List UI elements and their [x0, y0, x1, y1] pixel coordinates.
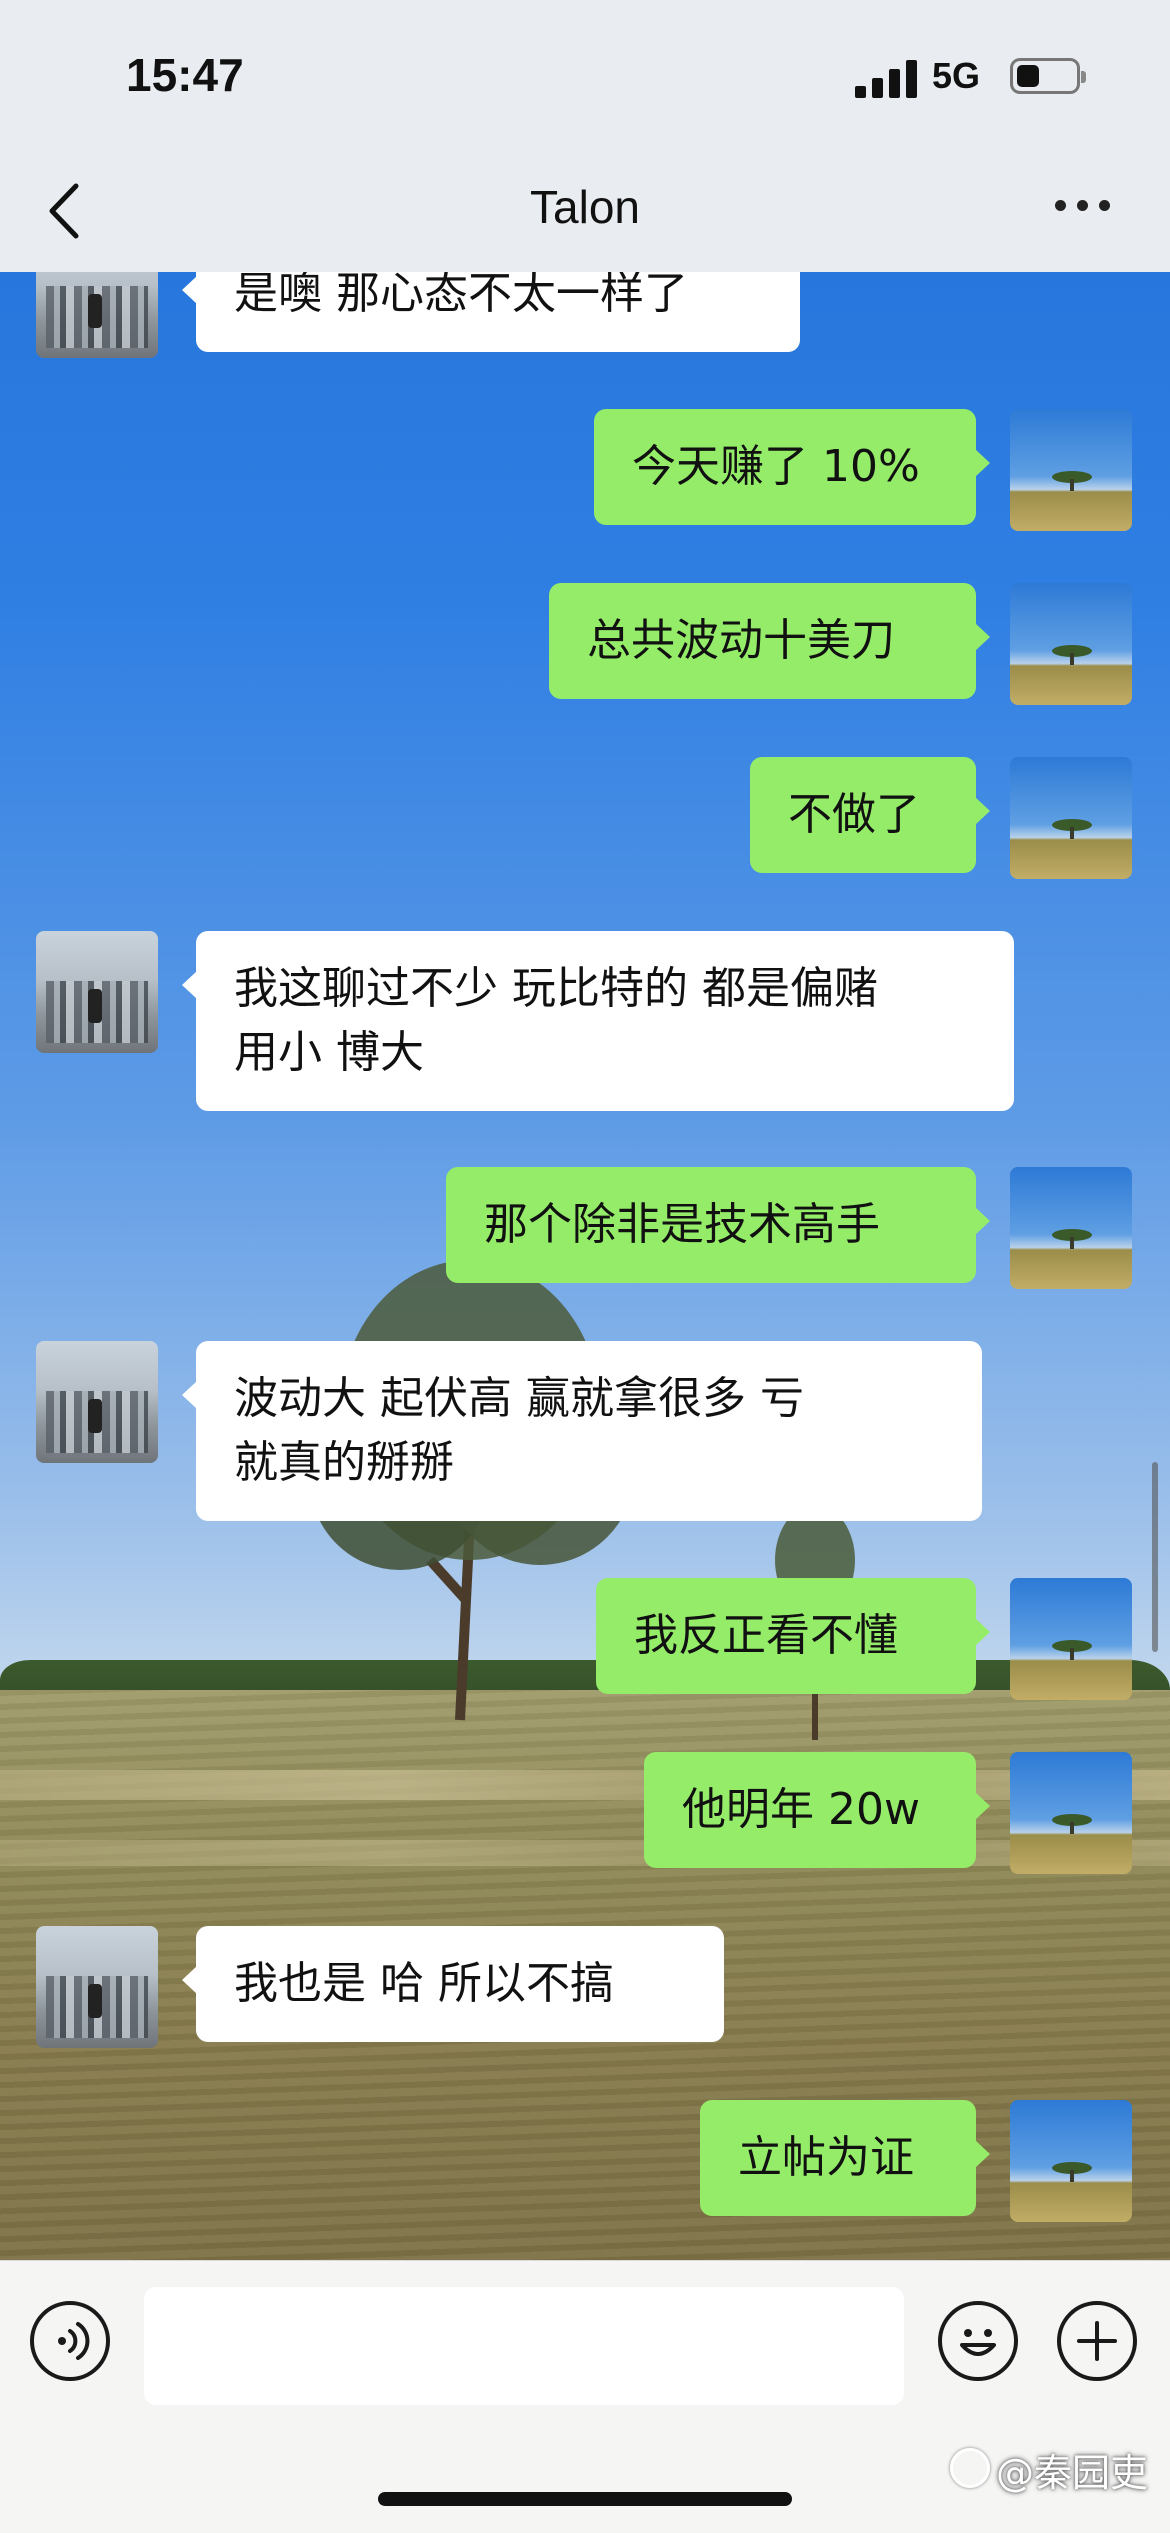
watermark: @秦园吏 [996, 2451, 1149, 2495]
outgoing-message-bubble[interactable]: 那个除非是技术高手 [446, 1167, 990, 1283]
ellipsis-icon[interactable] [1055, 200, 1115, 220]
message-list[interactable]: 是噢 那心态不太一样了 今天赚了 10% 总共波动十美刀 不做了 我这聊过不少 … [0, 272, 1170, 2260]
zhihu-logo-icon [950, 2448, 990, 2488]
outgoing-message-bubble[interactable]: 立帖为证 [700, 2100, 990, 2216]
status-time: 15:47 [126, 49, 244, 101]
chat-title: Talon [530, 181, 640, 233]
outgoing-message-bubble[interactable]: 今天赚了 10% [594, 409, 990, 525]
battery-icon [1010, 58, 1086, 94]
self-avatar[interactable] [1010, 757, 1132, 879]
message-input[interactable] [144, 2287, 904, 2405]
incoming-message-bubble[interactable]: 我也是 哈 所以不搞 [182, 1926, 724, 2042]
self-avatar[interactable] [1010, 583, 1132, 705]
scroll-indicator[interactable] [1152, 1462, 1158, 1652]
outgoing-message-bubble[interactable]: 我反正看不懂 [596, 1578, 990, 1694]
incoming-message-bubble[interactable]: 波动大 起伏高 赢就拿很多 亏 就真的掰掰 [182, 1341, 982, 1521]
self-avatar[interactable] [1010, 1167, 1132, 1289]
voice-icon[interactable] [30, 2301, 110, 2381]
contact-avatar[interactable] [36, 1926, 158, 2048]
contact-avatar[interactable] [36, 1341, 158, 1463]
self-avatar[interactable] [1010, 2100, 1132, 2222]
outgoing-message-bubble[interactable]: 他明年 20w [644, 1752, 990, 1868]
chat-header: Talon [0, 150, 1170, 272]
self-avatar[interactable] [1010, 1578, 1132, 1700]
contact-avatar[interactable] [36, 931, 158, 1053]
network-type: 5G [932, 55, 981, 96]
plus-icon[interactable] [1057, 2301, 1137, 2381]
incoming-message-bubble[interactable]: 是噢 那心态不太一样了 [182, 272, 800, 352]
emoji-icon[interactable] [938, 2301, 1018, 2381]
self-avatar[interactable] [1010, 409, 1132, 531]
home-indicator[interactable] [378, 2492, 792, 2506]
contact-avatar[interactable] [36, 272, 158, 358]
signal-strength-icon [855, 60, 917, 98]
status-bar: 15:47 5G [0, 0, 1170, 150]
incoming-message-bubble[interactable]: 我这聊过不少 玩比特的 都是偏赌 用小 博大 [182, 931, 1014, 1111]
self-avatar[interactable] [1010, 1752, 1132, 1874]
outgoing-message-bubble[interactable]: 不做了 [750, 757, 990, 873]
outgoing-message-bubble[interactable]: 总共波动十美刀 [549, 583, 990, 699]
